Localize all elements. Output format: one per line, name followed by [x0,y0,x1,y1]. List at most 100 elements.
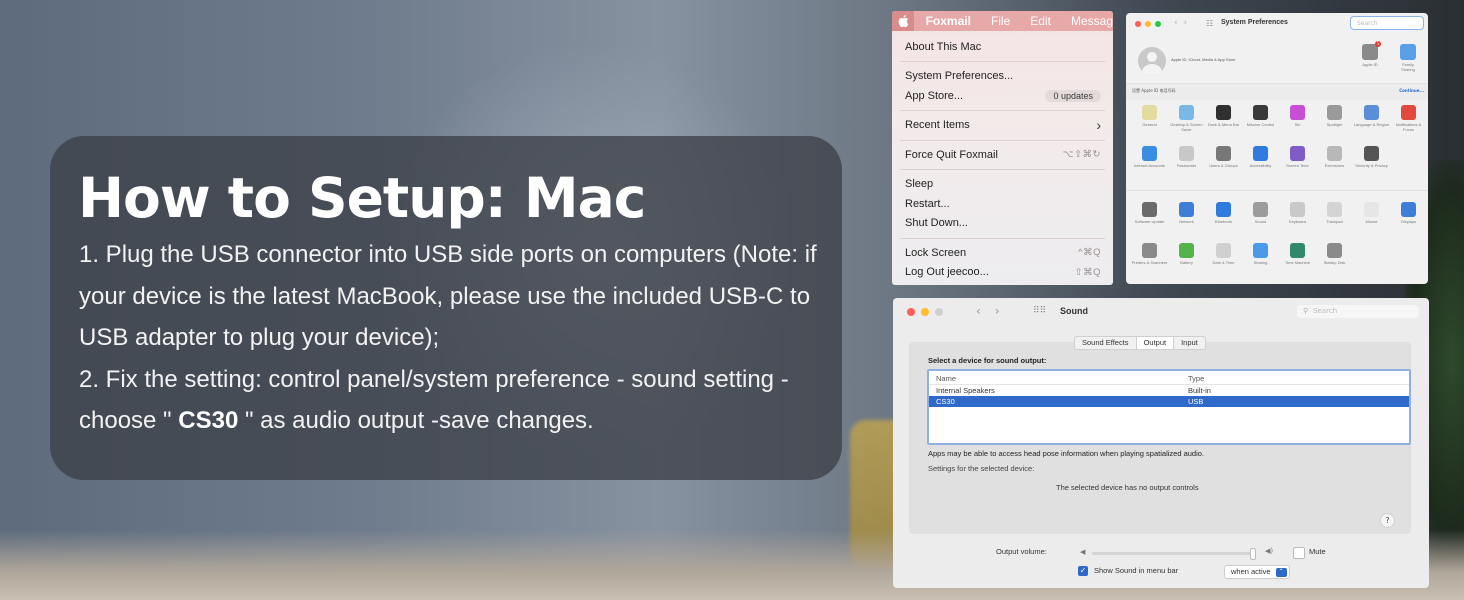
pref-item[interactable]: Startup Disk [1316,238,1353,279]
help-button[interactable]: ? [1380,513,1395,528]
pref-item[interactable]: Battery [1168,238,1205,279]
mute-checkbox[interactable] [1293,547,1305,559]
pref-item[interactable]: Internet Accounts [1131,141,1168,182]
pref-item[interactable]: Sharing [1242,238,1279,279]
setup-card: How to Setup: Mac 1. Plug the USB connec… [50,136,842,480]
pref-item[interactable]: General [1131,100,1168,141]
pref-item[interactable]: Siri [1279,100,1316,141]
pref-item[interactable]: Trackpad [1316,197,1353,238]
pref-item[interactable]: Notifications & Focus [1390,100,1427,141]
pref-icon [1253,243,1268,258]
pref-item[interactable]: Extensions [1316,141,1353,182]
pref-item[interactable]: Accessibility [1242,141,1279,182]
chevron-right-icon: › [1096,117,1101,134]
menu-bar-app-name[interactable]: Foxmail [926,14,971,28]
menu-item-label: System Preferences... [905,70,1014,83]
pref-item[interactable]: Dock & Menu Bar [1205,100,1242,141]
menu-item-lock-screen[interactable]: Lock Screen ^⌘Q [892,243,1113,263]
menu-item-recent-items[interactable]: Recent Items › [892,116,1113,136]
pref-item[interactable]: Keyboard [1279,197,1316,238]
pref-item[interactable]: Displays [1390,197,1427,238]
search-input[interactable]: Search [1350,16,1424,30]
show-in-menu-bar-checkbox[interactable]: ✓ [1078,566,1088,576]
close-button[interactable] [1135,21,1141,27]
pref-item[interactable]: Mission Control [1242,100,1279,141]
menu-item-force-quit[interactable]: Force Quit Foxmail ⌥⇧⌘↻ [892,145,1113,165]
pref-icon [1216,202,1231,217]
pref-icon [1253,202,1268,217]
menu-bar-messages[interactable]: Messag [1071,14,1113,28]
apple-id-pref[interactable]: 1 Apple ID [1358,41,1382,67]
pref-row-2: Internet Accounts Passwords Users & Groups… [1126,141,1428,182]
table-row[interactable]: Internal Speakers Built-in [929,385,1409,396]
tab-input[interactable]: Input [1174,337,1205,349]
column-header-type[interactable]: Type [1188,373,1204,384]
avatar[interactable] [1138,47,1166,75]
menu-item-label: Force Quit Foxmail [905,148,998,161]
pref-item[interactable]: Bluetooth [1205,197,1242,238]
menu-item-app-store[interactable]: App Store... 0 updates [892,86,1113,106]
back-forward-icon[interactable]: ‹› [976,304,1014,318]
close-button[interactable] [907,308,915,316]
family-sharing-pref[interactable]: Family Sharing [1396,44,1420,72]
pref-item[interactable]: Date & Time [1205,238,1242,279]
pref-item[interactable]: Security & Privacy [1353,141,1390,182]
setup-step-1: 1. Plug the USB connector into USB side … [79,241,817,351]
pref-item[interactable]: Users & Groups [1205,141,1242,182]
pref-label: Passwords [1176,163,1197,168]
tab-output[interactable]: Output [1135,337,1175,349]
pref-label: Apple ID [1362,62,1378,67]
apple-logo-icon[interactable] [892,11,914,31]
when-active-select[interactable]: when active ⌃ [1224,565,1290,579]
menu-item-system-preferences[interactable]: System Preferences... [892,67,1113,87]
table-row-selected[interactable]: CS30 USB [929,396,1409,407]
pref-item[interactable]: Language & Region [1353,100,1390,141]
device-type: USB [1188,397,1204,406]
pref-item[interactable]: Passwords [1168,141,1205,182]
minimize-button[interactable] [1145,21,1151,27]
pref-icon [1290,202,1305,217]
menu-item-shut-down[interactable]: Shut Down... [892,214,1113,234]
device-table[interactable]: Name Type Internal Speakers Built-in CS3… [927,369,1411,445]
pref-item[interactable]: Network [1168,197,1205,238]
grid-icon[interactable]: ☷ [1206,19,1213,28]
shortcut-label: ⌥⇧⌘↻ [1062,149,1101,161]
pref-label: Bluetooth [1215,219,1232,224]
menu-separator [900,169,1105,170]
pref-item[interactable]: Printers & Scanners [1131,238,1168,279]
pref-item[interactable]: Mouse [1353,197,1390,238]
search-input[interactable]: ⚲ Search [1297,305,1419,318]
volume-slider[interactable] [1092,552,1256,555]
zoom-button[interactable] [1155,21,1161,27]
menu-item-label: Lock Screen [905,246,967,259]
output-volume-label: Output volume: [996,547,1047,556]
spatial-audio-note: Apps may be able to access head pose inf… [928,449,1205,458]
pref-icon [1179,243,1194,258]
menu-item-sleep[interactable]: Sleep [892,175,1113,195]
menu-bar-file[interactable]: File [991,14,1010,28]
tab-sound-effects[interactable]: Sound Effects [1075,337,1136,349]
search-icon: ⚲ [1303,307,1309,315]
minimize-button[interactable] [921,308,929,316]
mute-label: Mute [1309,547,1326,556]
pref-item[interactable]: Sound [1242,197,1279,238]
back-forward-icon[interactable]: ‹› [1174,18,1193,28]
volume-slider-knob[interactable] [1250,548,1256,560]
column-header-name[interactable]: Name [936,373,956,384]
menu-item-restart[interactable]: Restart... [892,194,1113,214]
menu-item-about[interactable]: About This Mac [892,37,1113,57]
pref-item[interactable]: Spotlight [1316,100,1353,141]
setup-title: How to Setup: Mac [78,166,646,230]
pref-label: Network [1179,219,1194,224]
output-prompt: Select a device for sound output: [928,356,1047,365]
pref-item[interactable]: Desktop & Screen Saver [1168,100,1205,141]
pref-item[interactable]: Screen Time [1279,141,1316,182]
continue-link[interactable]: Continue... [1399,88,1424,93]
pref-label: Displays [1400,219,1417,224]
grid-icon[interactable]: ⠿⠿ [1033,306,1046,316]
pref-item[interactable]: Time Machine [1279,238,1316,279]
zoom-button[interactable] [935,308,943,316]
pref-item[interactable]: Software Update [1131,197,1168,238]
menu-bar-edit[interactable]: Edit [1030,14,1051,28]
menu-item-log-out[interactable]: Log Out jeecoo... ⇧⌘Q [892,263,1113,283]
